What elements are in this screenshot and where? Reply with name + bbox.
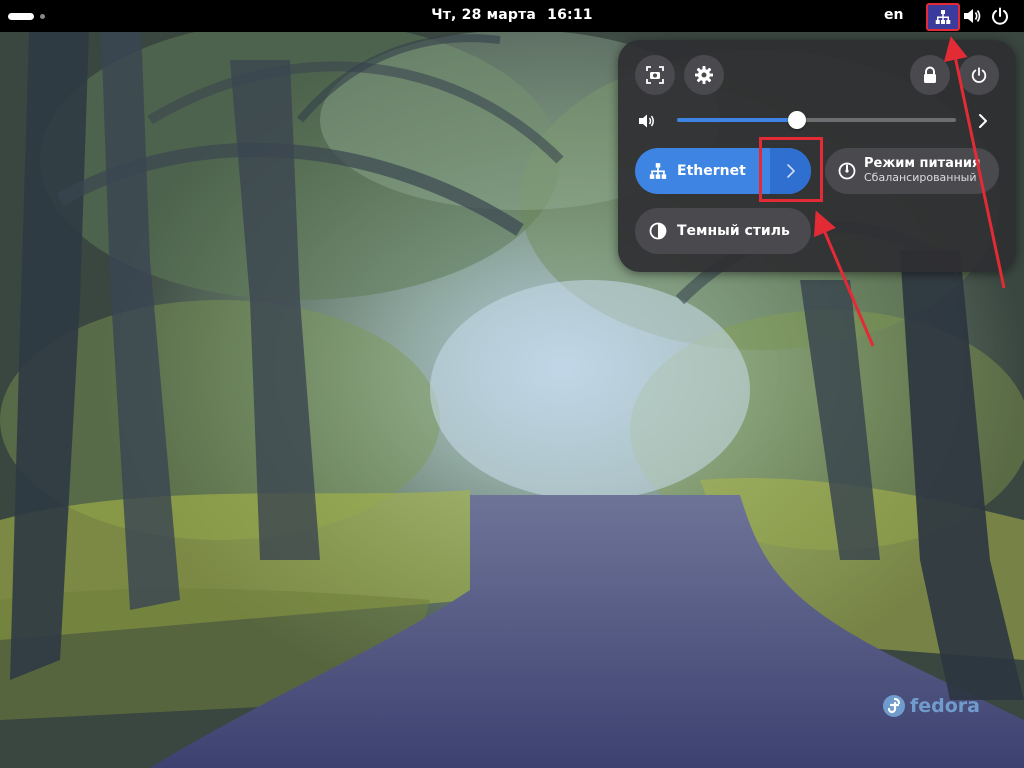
screenshot-button[interactable] xyxy=(635,55,675,95)
clock-date: Чт, 28 марта xyxy=(431,7,537,23)
dark-style-toggle[interactable]: Темный стиль xyxy=(635,208,811,254)
dark-style-label: Темный стиль xyxy=(677,223,790,239)
power-profile-icon xyxy=(838,162,856,180)
fedora-logo-icon xyxy=(883,695,905,717)
power-icon[interactable] xyxy=(990,6,1010,26)
power-mode-value: Сбалансированный xyxy=(864,171,977,184)
network-tray-button[interactable] xyxy=(926,3,960,31)
desktop-screen: Чт, 28 марта 16:11 en Ethernet Режим пит… xyxy=(0,0,1024,768)
clock-time: 16:11 xyxy=(547,7,593,23)
ethernet-label: Ethernet xyxy=(677,163,746,179)
network-wired-icon xyxy=(935,10,951,24)
quick-settings-panel: Ethernet Режим питания Сбалансированный xyxy=(618,40,1016,272)
network-wired-icon xyxy=(649,163,667,179)
keyboard-layout-indicator[interactable]: en xyxy=(884,7,903,23)
top-bar: Чт, 28 марта 16:11 en xyxy=(0,0,1024,32)
lock-icon xyxy=(924,66,936,83)
power-menu-button[interactable] xyxy=(959,55,999,95)
ethernet-toggle[interactable]: Ethernet xyxy=(635,137,823,202)
gear-icon xyxy=(695,66,713,84)
speaker-icon[interactable] xyxy=(962,7,982,25)
clock[interactable]: Чт, 28 марта 16:11 xyxy=(0,7,1024,23)
power-mode-toggle[interactable]: Режим питания Сбалансированный xyxy=(825,148,999,194)
chevron-right-icon[interactable] xyxy=(976,112,990,130)
power-mode-title: Режим питания xyxy=(864,156,981,171)
lock-button[interactable] xyxy=(910,55,950,95)
volume-slider-fill xyxy=(677,118,797,122)
volume-icon[interactable] xyxy=(638,113,658,129)
settings-button[interactable] xyxy=(684,55,724,95)
volume-slider[interactable] xyxy=(677,111,956,129)
fedora-logo: fedora xyxy=(882,692,980,720)
fedora-logo-text: fedora xyxy=(910,695,980,717)
annotation-highlight-box xyxy=(759,137,823,202)
volume-slider-knob[interactable] xyxy=(787,111,806,129)
screenshot-icon xyxy=(646,66,664,84)
power-icon xyxy=(971,67,987,83)
dark-mode-icon xyxy=(649,222,667,240)
